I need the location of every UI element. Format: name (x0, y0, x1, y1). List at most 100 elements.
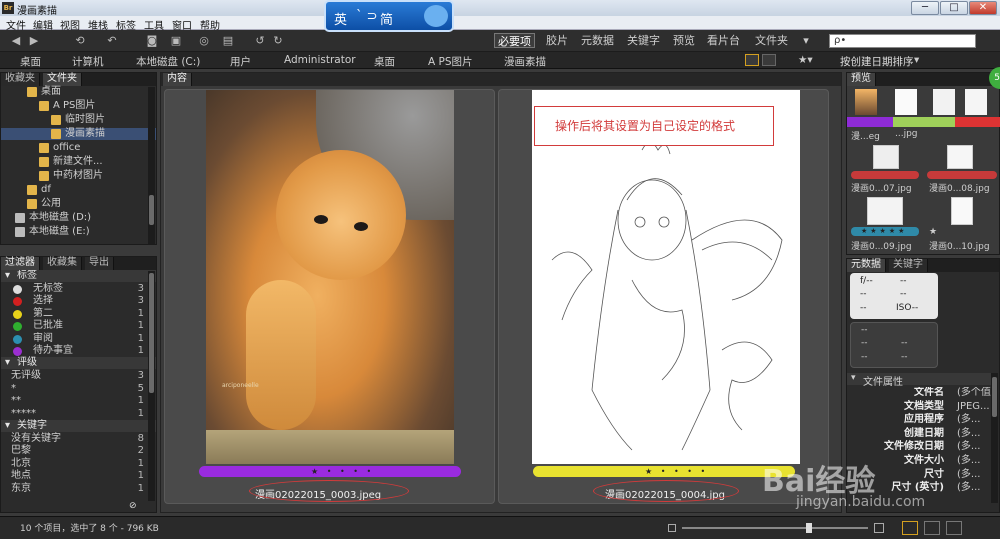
manga-sketch[interactable] (532, 90, 800, 464)
filter-scrollbar[interactable] (148, 271, 155, 501)
folder-item[interactable]: df (1, 184, 156, 196)
filter-row[interactable]: 没有关键字 8 (1, 433, 156, 445)
sort-chevron-icon[interactable]: ▾ (914, 54, 919, 66)
ime-toolbar[interactable]: 英 ˋ ⊃ 简 (324, 0, 454, 32)
recent-icon[interactable]: ⟲ (72, 34, 88, 48)
view-toggle-icon[interactable] (762, 54, 776, 66)
workspace-lighttable[interactable]: 看片台 (704, 33, 743, 48)
refine-icon[interactable]: ▣ (168, 34, 184, 48)
rotate-right-icon[interactable]: ↻ (270, 34, 286, 48)
preview-thumb[interactable] (951, 197, 973, 225)
minimize-button[interactable]: ─ (911, 1, 939, 15)
preview-caption[interactable]: 漫...eg (851, 129, 880, 142)
folder-item[interactable]: 临时图片 (1, 114, 156, 126)
breadcrumb-item[interactable]: Administrator (284, 54, 356, 66)
workspace-folders[interactable]: 文件夹 (752, 33, 791, 48)
filter-row[interactable]: 巴黎 2 (1, 445, 156, 457)
preview-caption[interactable]: 漫画0...10.jpg (929, 239, 990, 252)
filter-row[interactable]: * 5 (1, 383, 156, 395)
preview-thumb[interactable] (867, 197, 903, 225)
zoom-in-icon[interactable] (874, 523, 884, 533)
maximize-button[interactable]: □ (940, 1, 968, 15)
filter-row[interactable]: 地点 1 (1, 470, 156, 482)
preview-caption[interactable]: 漫画0...08.jpg (929, 181, 990, 194)
output-icon[interactable]: ▤ (220, 34, 236, 48)
tab-export[interactable]: 导出 (85, 257, 114, 270)
filter-row[interactable]: ** 1 (1, 395, 156, 407)
preview-thumb[interactable] (965, 89, 987, 115)
filter-row[interactable]: 选择 3 (1, 295, 156, 307)
list-view-icon[interactable] (946, 521, 962, 535)
ime-mode-label[interactable]: 英 (334, 9, 347, 28)
details-view-icon[interactable] (924, 521, 940, 535)
rating-stars[interactable]: ★ • • • • (311, 467, 374, 476)
workspace-filmstrip[interactable]: 胶片 (543, 33, 571, 48)
ime-skin-icon[interactable] (424, 5, 448, 27)
preview-thumb[interactable] (895, 89, 917, 115)
rating-header[interactable]: ▾ 评级 (1, 357, 156, 370)
thumbnail-card[interactable]: 操作后将其设置为自己设定的格式 ★ • • • • 漫画02022015_000… (498, 89, 829, 504)
thumbnail-card[interactable]: arciponeelle ★ • • • • 漫画02022015_0003.j… (164, 89, 495, 504)
disclosure-triangle-icon[interactable]: ▾ (5, 357, 10, 369)
workspace-metadata[interactable]: 元数据 (578, 33, 617, 48)
back-icon[interactable]: ◀ (8, 34, 24, 48)
preview-thumb[interactable] (855, 89, 877, 115)
thumbnail-size-slider[interactable] (682, 527, 868, 529)
filter-row[interactable]: 待办事宜 1 (1, 345, 156, 357)
workspace-keywords[interactable]: 关键字 (624, 33, 663, 48)
filter-row[interactable]: 东京 1 (1, 483, 156, 495)
tab-favorites[interactable]: 收藏夹 (1, 73, 40, 86)
filter-row[interactable]: 审阅 1 (1, 333, 156, 345)
zoom-out-icon[interactable] (668, 524, 676, 532)
ime-punct-label[interactable]: ˋ ⊃ (356, 9, 378, 24)
view-toggle-icon[interactable] (745, 54, 759, 66)
workspace-essentials[interactable]: 必要项 (494, 33, 535, 48)
rating-stars[interactable]: ★★★★★ (861, 227, 907, 235)
breadcrumb-item[interactable]: 桌面 (374, 54, 395, 69)
folder-item[interactable]: A PS图片 (1, 100, 156, 112)
breadcrumb-item[interactable]: 漫画素描 (504, 54, 546, 69)
forward-icon[interactable]: ▶ (26, 34, 42, 48)
filter-row[interactable]: 无标签 3 (1, 283, 156, 295)
labels-header[interactable]: ▾ 标签 (1, 270, 156, 282)
breadcrumb-item[interactable]: 桌面 (20, 54, 41, 69)
tab-collections[interactable]: 收藏集 (43, 257, 82, 270)
close-button[interactable]: ✕ (969, 1, 997, 15)
keywords-header[interactable]: ▾ 关键字 (1, 420, 156, 432)
breadcrumb-item[interactable]: 计算机 (72, 54, 104, 69)
tab-folders[interactable]: 文件夹 (43, 73, 82, 86)
tab-metadata[interactable]: 元数据 (847, 259, 886, 272)
disclosure-triangle-icon[interactable]: ▾ (5, 270, 10, 282)
rotate-left-icon[interactable]: ↺ (252, 34, 268, 48)
tab-keywords[interactable]: 关键字 (889, 259, 928, 272)
folders-scrollbar[interactable] (148, 87, 155, 244)
tab-preview[interactable]: 预览 (847, 73, 876, 86)
folder-item[interactable]: office (1, 142, 156, 154)
folder-item[interactable]: 新建文件... (1, 156, 156, 168)
preview-caption[interactable]: ...jpg (895, 129, 918, 139)
preview-thumb[interactable] (933, 89, 955, 115)
filter-row[interactable]: 已批准 1 (1, 320, 156, 332)
clear-filter-icon[interactable]: ⊘ (129, 501, 137, 511)
filter-row[interactable]: 第二 1 (1, 308, 156, 320)
metadata-scrollbar[interactable] (991, 373, 998, 503)
cat-photo[interactable]: arciponeelle (206, 90, 454, 464)
breadcrumb-item[interactable]: 本地磁盘 (C:) (136, 54, 200, 69)
disclosure-triangle-icon[interactable]: ▾ (851, 373, 856, 383)
filter-row[interactable]: 北京 1 (1, 458, 156, 470)
folder-item[interactable]: 中药材图片 (1, 170, 156, 182)
folder-item[interactable]: 本地磁盘 (E:) (1, 226, 156, 238)
disclosure-triangle-icon[interactable]: ▾ (5, 420, 10, 432)
file-props-header[interactable]: ▾ 文件属性 (847, 373, 994, 388)
rating-stars[interactable]: ★ (929, 227, 937, 237)
tab-content[interactable]: 内容 (163, 73, 192, 86)
star-filter-icon[interactable]: ★▾ (798, 54, 813, 66)
breadcrumb-item[interactable]: A PS图片 (428, 54, 473, 69)
preview-thumb[interactable] (873, 145, 899, 169)
search-input[interactable]: ρ• (829, 34, 976, 48)
workspace-preview[interactable]: 预览 (670, 33, 698, 48)
rating-stars[interactable]: ★ • • • • (645, 467, 708, 476)
folder-item[interactable]: 漫画素描 (1, 128, 156, 140)
open-camera-raw-icon[interactable]: ◎ (196, 34, 212, 48)
preview-caption[interactable]: 漫画0...07.jpg (851, 181, 912, 194)
